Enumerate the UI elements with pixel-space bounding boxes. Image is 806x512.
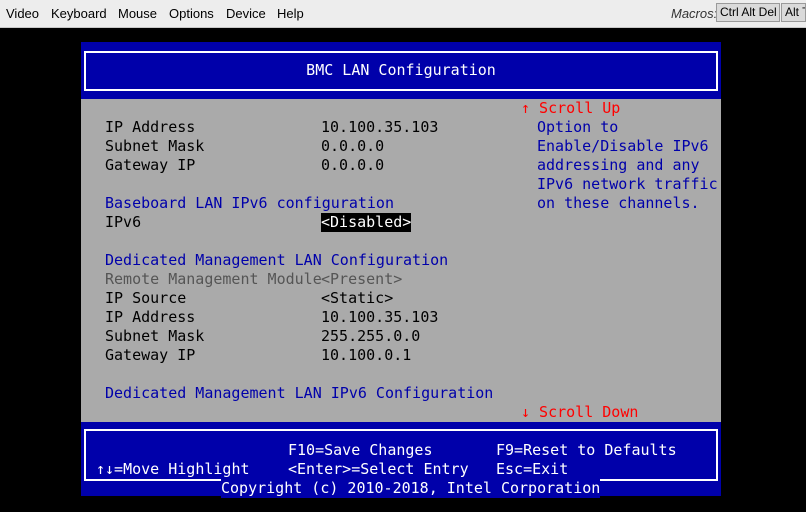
copyright-notice: Copyright (c) 2010-2018, Intel Corporati…: [221, 479, 601, 498]
field-value-subnet-mask: 0.0.0.0: [321, 137, 385, 155]
dedicated-subnet-mask-field[interactable]: 255.255.0.0: [321, 327, 420, 346]
help-text-line: IPv6 network traffic: [537, 175, 718, 193]
macro-alt-t-button[interactable]: Alt T: [781, 3, 806, 22]
help-text-line: on these channels.: [537, 194, 700, 212]
field-label-subnet-mask: Subnet Mask: [105, 137, 205, 155]
field-label-ipv6: IPv6: [105, 213, 142, 231]
field-label-gateway-ip: Gateway IP: [105, 156, 196, 174]
field-value-gateway-ip: 0.0.0.0: [321, 156, 385, 174]
title-frame: BMC LAN Configuration: [84, 51, 718, 91]
section-dedicated-management-lan: Dedicated Management LAN Configuration: [105, 251, 449, 269]
viewer-menubar: Video Keyboard Mouse Options Device Help…: [0, 0, 806, 28]
menu-help[interactable]: Help: [277, 6, 304, 21]
menu-device[interactable]: Device: [226, 6, 266, 21]
field-label-remote-management-module: Remote Management Module: [105, 270, 322, 288]
ip-source-selector[interactable]: <Static>: [321, 289, 393, 308]
menu-keyboard[interactable]: Keyboard: [51, 6, 107, 21]
key-help-exit: Esc=Exit: [496, 460, 569, 478]
menu-video[interactable]: Video: [6, 6, 39, 21]
scroll-up-indicator: ↑ Scroll Up: [521, 99, 621, 117]
help-text-line: Option to: [537, 118, 619, 136]
macro-ctrl-alt-del-button[interactable]: Ctrl Alt Del: [716, 3, 780, 22]
field-label-ip-address: IP Address: [105, 118, 196, 136]
field-label-ip-source: IP Source: [105, 289, 187, 307]
field-label-dedicated-subnet-mask: Subnet Mask: [105, 327, 205, 345]
ipv6-selector[interactable]: <Disabled>: [321, 213, 412, 232]
menu-options[interactable]: Options: [169, 6, 214, 21]
key-help-reset: F9=Reset to Defaults: [496, 441, 677, 459]
key-help-save: F10=Save Changes: [288, 441, 433, 459]
dedicated-gateway-ip-field[interactable]: 10.100.0.1: [321, 346, 411, 365]
field-value-ip-address: 10.100.35.103: [321, 118, 439, 136]
field-value-remote-management-module: <Present>: [321, 270, 403, 288]
field-label-dedicated-ip-address: IP Address: [105, 308, 196, 326]
section-baseboard-ipv6: Baseboard LAN IPv6 configuration: [105, 194, 394, 212]
key-help-select: <Enter>=Select Entry: [288, 460, 469, 478]
dedicated-ipv6-configuration-link[interactable]: Dedicated Management LAN IPv6 Configurat…: [105, 384, 493, 403]
page-title: BMC LAN Configuration: [306, 61, 496, 79]
dedicated-ip-address-field[interactable]: 10.100.35.103: [321, 308, 438, 327]
bios-screen: BMC LAN Configuration IP Address 10.100.…: [81, 42, 721, 498]
help-text-line: Enable/Disable IPv6: [537, 137, 709, 155]
macros-label: Macros:: [671, 6, 718, 21]
scroll-down-indicator: ↓ Scroll Down: [521, 403, 639, 421]
help-text-line: addressing and any: [537, 156, 700, 174]
settings-panel: IP Address 10.100.35.103 Subnet Mask 0.0…: [81, 99, 721, 422]
key-help-move: ↑↓=Move Highlight: [96, 460, 250, 478]
menu-mouse[interactable]: Mouse: [118, 6, 157, 21]
field-label-dedicated-gateway-ip: Gateway IP: [105, 346, 196, 364]
